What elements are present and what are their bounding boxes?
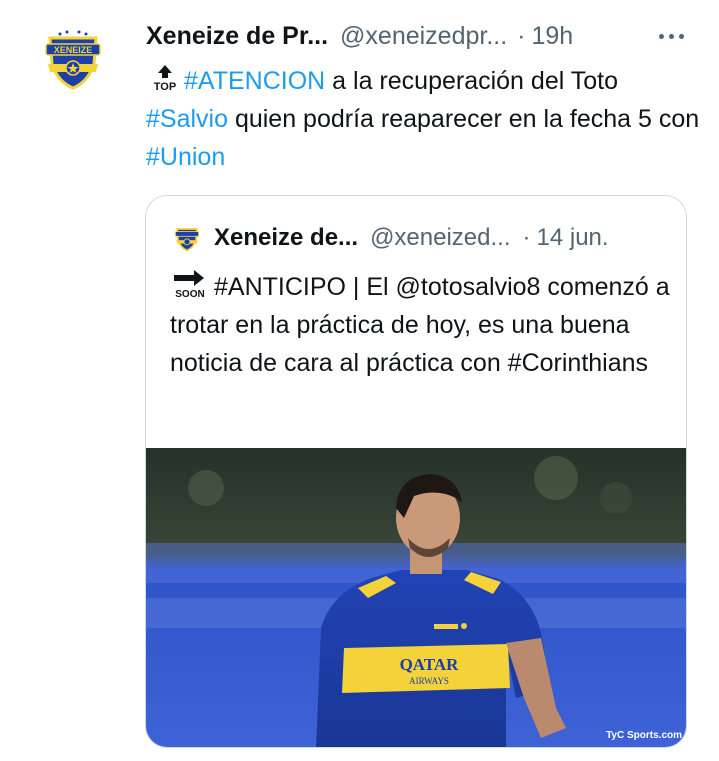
xeneize-logo: XENEIZE: [38, 24, 108, 94]
tweet-text-part: a la recuperación del Toto: [325, 67, 619, 95]
quoted-text: SOON #ANTICIPO | El @totosalvio8 comenzó …: [170, 267, 675, 382]
separator: ·: [517, 21, 526, 50]
svg-text:XENEIZE: XENEIZE: [54, 45, 93, 55]
top-arrow-emoji: TOP: [146, 61, 184, 93]
quoted-separator: ·: [522, 224, 531, 251]
xeneize-logo-small: [172, 223, 202, 253]
hashtag-atencion[interactable]: #ATENCION: [184, 67, 325, 95]
soon-arrow-emoji: SOON: [170, 267, 210, 300]
tweet-header: Xeneize de Pr... @xeneizedpr... · 19h: [146, 19, 696, 53]
quoted-author-name[interactable]: Xeneize de...: [214, 224, 358, 252]
author-handle[interactable]: @xeneizedpr...: [340, 22, 507, 51]
quoted-author-handle[interactable]: @xeneized...: [370, 224, 510, 252]
tweet-text-part: quien podría reaparecer en la fecha 5 co…: [228, 105, 700, 133]
shirt-sponsor-subtext: AIRWAYS: [409, 676, 449, 686]
media-watermark: TyC Sports.com: [606, 730, 682, 741]
hashtag-union[interactable]: #Union: [146, 143, 225, 171]
quoted-avatar[interactable]: [172, 223, 202, 253]
tweet-text: TOP #ATENCION a la recuperación del Toto …: [146, 61, 701, 176]
shirt-sponsor-text: QATAR: [400, 655, 460, 674]
quoted-tweet[interactable]: Xeneize de... @xeneized... · 14 jun. SOO…: [145, 195, 687, 748]
timestamp[interactable]: 19h: [532, 22, 574, 51]
more-icon[interactable]: [659, 19, 684, 53]
hashtag-salvio[interactable]: #Salvio: [146, 105, 228, 133]
top-emoji-label: TOP: [154, 81, 176, 91]
soon-emoji-label: SOON: [175, 289, 204, 299]
quoted-media-photo[interactable]: QATAR AIRWAYS TyC Sports.com: [146, 448, 686, 747]
author-avatar[interactable]: XENEIZE: [38, 24, 108, 94]
quoted-text-body: #ANTICIPO | El @totosalvio8 comenzó a tr…: [170, 273, 670, 377]
quoted-timestamp[interactable]: 14 jun.: [537, 224, 609, 252]
tweet[interactable]: XENEIZE Xeneize de Pr... @xeneizedpr... …: [0, 0, 719, 761]
quoted-header: Xeneize de... @xeneized... · 14 jun.: [172, 222, 672, 254]
player-photo: QATAR AIRWAYS: [146, 448, 686, 747]
author-name[interactable]: Xeneize de Pr...: [146, 22, 328, 51]
